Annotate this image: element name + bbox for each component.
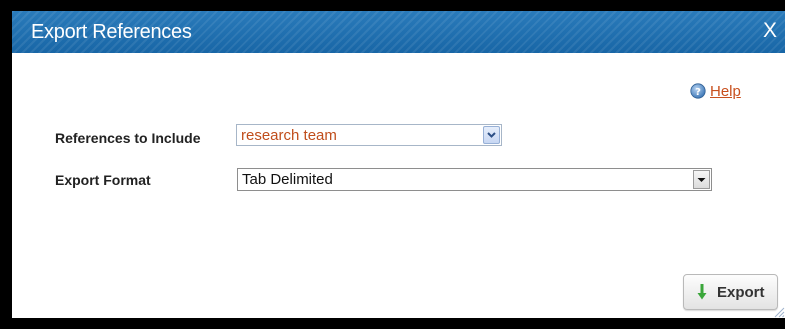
chevron-down-icon [487, 132, 496, 138]
export-references-dialog: Export References X ? Help References to… [12, 11, 785, 318]
export-format-select[interactable]: Tab Delimited [237, 168, 712, 191]
export-button[interactable]: Export [683, 274, 778, 310]
references-dropdown-button[interactable] [483, 126, 500, 144]
help-link[interactable]: Help [710, 83, 741, 100]
svg-text:?: ? [695, 87, 701, 98]
help-link-group[interactable]: ? Help [690, 82, 741, 100]
export-format-selected-value: Tab Delimited [242, 171, 333, 188]
dropdown-triangle-icon [697, 178, 706, 182]
references-label: References to Include [55, 130, 201, 146]
export-format-label: Export Format [55, 172, 151, 188]
dialog-titlebar[interactable]: Export References X [12, 11, 785, 53]
down-arrow-icon [697, 284, 707, 300]
export-button-label: Export [717, 283, 765, 301]
resize-grip-icon[interactable] [771, 304, 785, 318]
references-select[interactable]: research team [236, 124, 502, 146]
export-format-dropdown-button[interactable] [693, 170, 710, 189]
dialog-title: Export References [31, 21, 192, 43]
close-button[interactable]: X [763, 19, 777, 43]
help-question-icon: ? [690, 83, 706, 99]
references-selected-value: research team [241, 127, 337, 144]
